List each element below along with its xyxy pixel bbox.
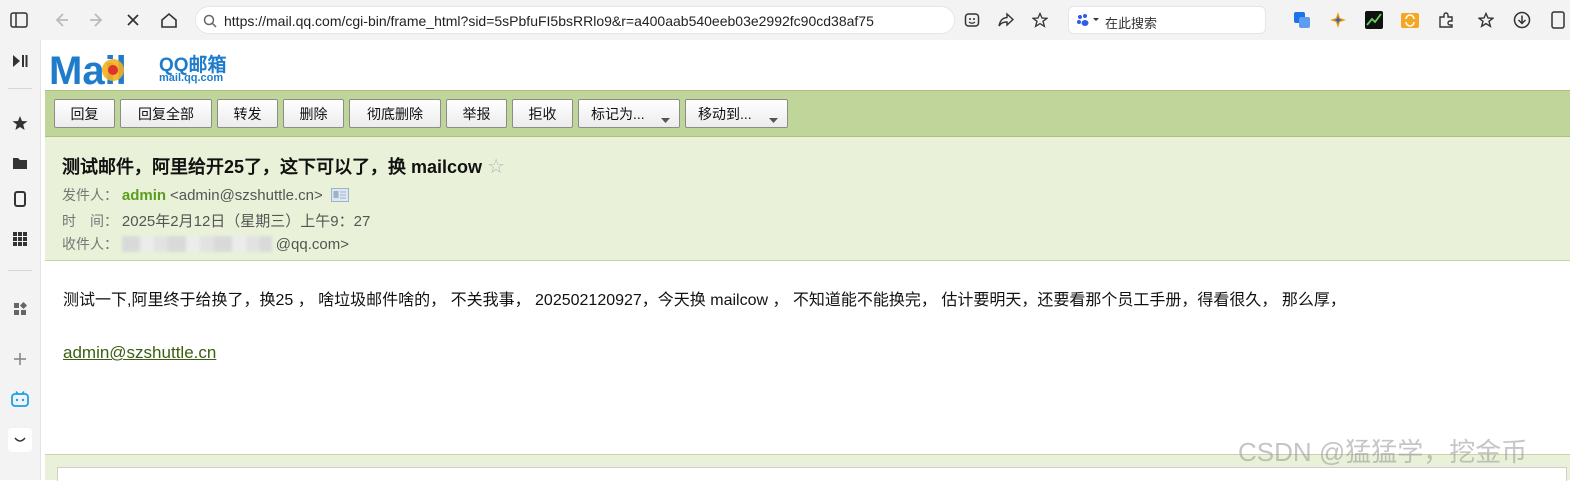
browser-sidebar: [0, 40, 41, 480]
reply-all-button[interactable]: 回复全部: [120, 99, 212, 128]
contact-card-icon[interactable]: [330, 188, 349, 205]
mark-as-label: 标记为...: [591, 105, 645, 122]
delete-button[interactable]: 删除: [283, 99, 344, 128]
bilibili-icon[interactable]: [10, 390, 30, 408]
star-icon[interactable]: ☆: [487, 156, 505, 178]
chevron-down-icon: [661, 111, 670, 127]
favorites-icon[interactable]: [10, 114, 30, 132]
from-row: 发件人： admin <admin@szshuttle.cn>: [62, 185, 349, 205]
phone-icon[interactable]: [10, 190, 30, 208]
subject-text: 测试邮件，阿里给开25了，这下可以了，换 mailcow: [62, 157, 483, 177]
reply-button[interactable]: 回复: [54, 99, 115, 128]
tools-icon[interactable]: [10, 300, 30, 318]
quick-reply-box[interactable]: [57, 467, 1567, 481]
report-button[interactable]: 举报: [446, 99, 507, 128]
mail-subject: 测试邮件，阿里给开25了，这下可以了，换 mailcow ☆: [62, 153, 505, 179]
favorites-star-icon[interactable]: [1476, 10, 1496, 30]
sender-address: <admin@szshuttle.cn>: [169, 187, 323, 204]
mail-toolbar: 回复 回复全部 转发 删除 彻底删除 举报 拒收 标记为... 移动到...: [45, 90, 1570, 137]
sync-extension-icon[interactable]: [1400, 10, 1420, 30]
time-value: 2025年2月12日（星期三）上午9：27: [121, 213, 371, 230]
sidebar-toggle-icon[interactable]: [8, 10, 30, 30]
move-to-label: 移动到...: [698, 105, 752, 122]
time-row: 时 间： 2025年2月12日（星期三）上午9：27: [62, 210, 370, 231]
mail-body: 测试一下,阿里终于给换了，换25 ， 啥垃圾邮件啥的， 不关我事， 202502…: [63, 292, 1346, 309]
logo-domain: mail.qq.com: [159, 72, 224, 84]
folder-icon[interactable]: [10, 154, 30, 172]
move-to-dropdown[interactable]: 移动到...: [685, 99, 788, 128]
qq-mail-logo: Mail QQ邮箱 mail.qq.com: [49, 48, 249, 93]
baidu-paw-icon[interactable]: [1075, 12, 1101, 28]
share-icon[interactable]: [996, 10, 1016, 30]
ai-assistant-icon[interactable]: [1328, 10, 1348, 30]
media-play-icon[interactable]: [10, 52, 30, 70]
download-icon[interactable]: [1512, 10, 1532, 30]
chevron-down-icon: [769, 111, 778, 127]
csdn-watermark: CSDN @猛猛学，挖金币: [1238, 437, 1528, 467]
sidebar-divider: [8, 270, 32, 271]
search-placeholder: 在此搜索: [1105, 16, 1158, 31]
recipient-blurred: [121, 236, 272, 252]
browser-toolbar: https://mail.qq.com/cgi-bin/frame_html?s…: [0, 0, 1570, 41]
mark-as-dropdown[interactable]: 标记为...: [578, 99, 680, 128]
sidebar-divider: [8, 88, 32, 89]
mail-header: 测试邮件，阿里给开25了，这下可以了，换 mailcow ☆ 发件人： admi…: [45, 137, 1570, 261]
url-text: https://mail.qq.com/cgi-bin/frame_html?s…: [224, 13, 874, 29]
from-label: 发件人：: [62, 187, 118, 203]
search-engine-box[interactable]: 在此搜索: [1068, 6, 1266, 34]
logo-dot-mark: [108, 65, 118, 75]
stop-loading-icon[interactable]: [122, 10, 144, 30]
time-label: 时 间：: [62, 213, 118, 229]
window-icon[interactable]: [1548, 10, 1568, 30]
extensions-puzzle-icon[interactable]: [1436, 10, 1456, 30]
permanent-delete-button[interactable]: 彻底删除: [349, 99, 441, 128]
reject-button[interactable]: 拒收: [512, 99, 573, 128]
home-icon[interactable]: [158, 10, 180, 30]
reader-mode-icon[interactable]: [962, 10, 982, 30]
add-icon[interactable]: [10, 350, 30, 368]
apps-grid-icon[interactable]: [10, 230, 30, 248]
translate-extension-icon[interactable]: [1292, 10, 1312, 30]
signature-link[interactable]: admin@szshuttle.cn: [63, 343, 216, 363]
recipient-suffix: @qq.com>: [275, 236, 349, 253]
search-icon: [202, 13, 218, 29]
address-bar[interactable]: https://mail.qq.com/cgi-bin/frame_html?s…: [195, 6, 955, 34]
mail-content: Mail QQ邮箱 mail.qq.com 回复 回复全部 转发 删除 彻底删除…: [41, 40, 1570, 481]
back-icon[interactable]: [50, 10, 72, 30]
to-row: 收件人： @qq.com>: [62, 234, 349, 254]
forward-icon[interactable]: [86, 10, 108, 30]
chart-extension-icon[interactable]: [1364, 10, 1384, 30]
sender-name[interactable]: admin: [122, 187, 166, 204]
forward-button[interactable]: 转发: [217, 99, 278, 128]
to-label: 收件人：: [62, 236, 118, 252]
bookmark-star-icon[interactable]: [1030, 10, 1050, 30]
more-app-icon[interactable]: [8, 428, 32, 452]
